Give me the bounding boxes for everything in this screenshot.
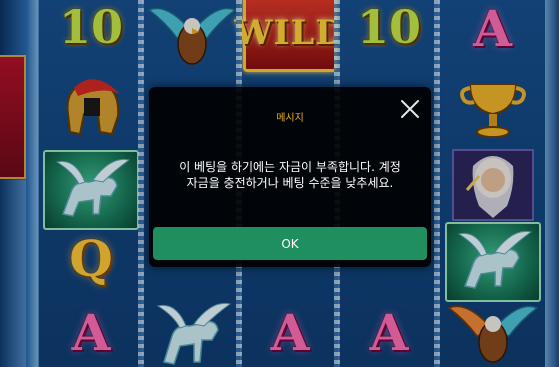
dialog-title: 메시지 [276, 113, 304, 124]
close-icon[interactable] [399, 98, 421, 120]
dialog-message-line1: 이 베팅을 하기에는 자금이 부족합니다. 계정 [179, 160, 401, 174]
slot-game-screen: 10 Q A WILD A 10 A A 메시지 이 베팅을 하기에는 자금이 … [0, 0, 559, 367]
dialog-message-line2: 자금을 충전하거나 베팅 수준을 낮추세요. [186, 176, 394, 190]
dialog-message: 이 베팅을 하기에는 자금이 부족합니다. 계정 자금을 충전하거나 베팅 수준… [155, 159, 425, 191]
message-dialog: 메시지 이 베팅을 하기에는 자금이 부족합니다. 계정 자금을 충전하거나 베… [149, 87, 431, 267]
ok-button[interactable]: OK [153, 227, 427, 260]
